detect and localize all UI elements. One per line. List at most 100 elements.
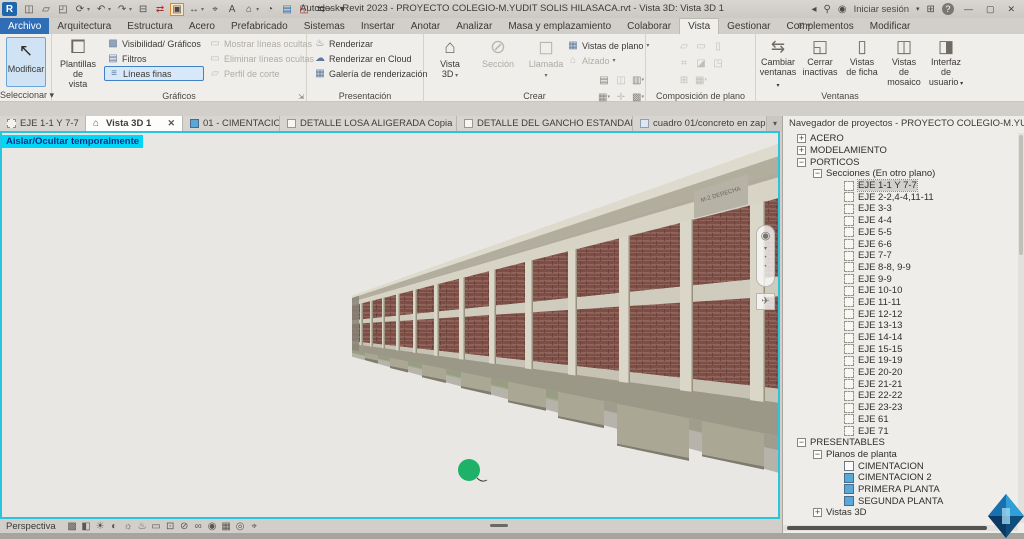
ribbon-small-button[interactable]: ▦Vistas de plano ▾ [564,38,652,53]
tree-row[interactable]: MODELAMIENTO [783,145,1018,157]
tree-expander-icon[interactable] [797,134,806,143]
ribbon-big-button[interactable]: ⌂ Vista3D ▾ [428,37,472,81]
tree-expander-icon[interactable] [797,146,806,155]
tree-row[interactable]: EJE 1-1 Y 7-7 [783,180,1018,192]
ribbon-big-button[interactable]: ◻ Llamada ▾ [524,37,568,81]
qat-icon[interactable]: ▣ [169,1,185,17]
user-icon[interactable]: ◉ [838,4,847,15]
ribbon-big-button[interactable]: ◨ Interfaz deusuario ▾ [926,37,966,91]
tree-row[interactable]: EJE 10-10 [783,285,1018,297]
ribbon-icon-button[interactable]: ▤ [596,72,612,88]
tree-expander-icon[interactable] [813,169,822,178]
view-control-icon[interactable]: ∞ [192,521,205,532]
modify-button[interactable]: ↖ Modificar [6,37,46,87]
view-tab[interactable]: cuadro 01/concreto en zapatas [633,116,767,131]
qat-icon[interactable]: ⇄ [152,1,168,17]
qat-icon[interactable]: A [224,1,240,17]
restore-button[interactable]: ▢ [983,4,998,15]
tree-row[interactable]: EJE 12-12 [783,308,1018,320]
navigation-wheel-button[interactable]: ◉ ▾ • • [756,225,775,287]
drawing-area[interactable]: M-2 DERECHA Aislar/Ocultar temporalmente… [0,131,780,519]
ribbon-icon-button[interactable]: ◫ [613,72,629,88]
panel-label-composicion[interactable]: Composición de plano [646,91,755,101]
signin-button[interactable]: Iniciar sesión [854,4,909,15]
tree-row[interactable]: Secciones (En otro plano) [783,168,1018,180]
tree-expander-icon[interactable] [797,438,806,447]
panel-label-graficos[interactable]: Gráficos⇲ [52,91,306,101]
tree-row[interactable]: PRIMERA PLANTA [783,484,1018,496]
green-marker[interactable] [458,459,480,481]
qat-icon[interactable]: ↔▾ [186,1,206,17]
tree-row[interactable]: EJE 13-13 [783,320,1018,332]
view-control-icon[interactable]: ♨ [136,521,149,532]
panel-label-seleccionar[interactable]: Seleccionar ▾ [0,90,51,101]
qat-icon[interactable]: ◔ [262,1,278,17]
tree-row[interactable]: EJE 5-5 [783,227,1018,239]
ribbon-tab[interactable]: Analizar [448,18,500,34]
qat-icon[interactable]: ◫ [21,1,37,17]
viewport-scrollbar-thumb[interactable] [490,524,508,527]
ribbon-collapse-control[interactable]: ⊡ ▾ [798,21,811,30]
view-templates-button[interactable]: ⧠ Plantillas de vista [56,37,100,89]
ribbon-small-button[interactable]: ☁Renderizar en Cloud [311,51,431,66]
ribbon-tab[interactable]: Anotar [403,18,448,34]
tree-row[interactable]: EJE 19-19 [783,355,1018,367]
store-cart-icon[interactable]: ⊞ [927,4,935,15]
ribbon-small-button[interactable]: ≡Líneas finas [104,66,204,81]
tree-row[interactable]: EJE 20-20 [783,367,1018,379]
ribbon-icon-button[interactable]: ▥ ▾ [630,72,646,88]
close-tab-icon[interactable]: ✕ [167,118,175,129]
view-tab[interactable]: EJE 1-1 Y 7-7 [0,116,86,131]
qat-icon[interactable]: ⊟ [135,1,151,17]
view-control-icon[interactable]: ☀ [94,521,107,532]
tree-row[interactable]: EJE 61 [783,414,1018,426]
ribbon-small-button[interactable]: ▩Visibilidad/ Gráficos [104,36,204,51]
panel-label-presentacion[interactable]: Presentación [307,91,423,101]
view-control-icon[interactable]: ◉ [206,521,219,532]
signin-caret-icon[interactable]: ▾ [916,5,920,13]
view-control-icon[interactable]: ☼ [122,521,135,532]
tree-row[interactable]: PORTICOS [783,156,1018,168]
project-browser-header[interactable]: Navegador de proyectos - PROYECTO COLEGI… [783,116,1024,131]
ribbon-tab[interactable]: Acero [181,18,223,34]
tree-expander-icon[interactable] [813,508,822,517]
view-control-icon[interactable]: ◐ [108,521,121,532]
tree-row[interactable]: EJE 7-7 [783,250,1018,262]
tree-row[interactable]: ACERO [783,133,1018,145]
qat-icon[interactable]: ⌖ [207,1,223,17]
tree-row[interactable]: EJE 4-4 [783,215,1018,227]
tree-row[interactable]: SEGUNDA PLANTA [783,495,1018,507]
scrollbar-thumb[interactable] [787,526,987,530]
browser-horizontal-scrollbar[interactable] [783,525,1018,531]
tree-row[interactable]: EJE 8-8, 9-9 [783,262,1018,274]
view-tab[interactable]: DETALLE LOSA ALIGERADA Copia 1 [280,116,457,131]
scrollbar-thumb[interactable] [1019,135,1023,255]
zoom-tool-button[interactable]: ✈ [756,293,775,310]
collapse-search-icon[interactable]: ◂ [811,4,816,15]
ribbon-small-button[interactable]: ▤Filtros [104,51,204,66]
ribbon-tab[interactable]: Archivo [0,18,49,34]
panel-label-ventanas[interactable]: Ventanas [756,91,924,101]
tree-row[interactable]: EJE 71 [783,425,1018,437]
view-control-icon[interactable]: ⊡ [164,521,177,532]
3d-model-view[interactable]: M-2 DERECHA [2,133,778,517]
view-control-icon[interactable]: ▦ [220,521,233,532]
ribbon-small-button[interactable]: ▦Galería de renderización [311,66,431,81]
ribbon-tab[interactable]: Prefabricado [223,18,296,34]
tree-row[interactable]: Vistas 3D [783,507,1018,519]
tree-row[interactable]: PRESENTABLES [783,437,1018,449]
view-tab[interactable]: Vista 3D 1 ✕ [86,116,183,131]
ribbon-big-button[interactable]: ◫ Vistasde mosaico [884,37,924,91]
tree-row[interactable]: EJE 9-9 [783,273,1018,285]
view-control-icon[interactable]: ▭ [150,521,163,532]
ribbon-big-button[interactable]: ⊘ Sección [476,37,520,81]
qat-icon[interactable]: ↷▾ [114,1,134,17]
ribbon-tab[interactable]: Complementos [779,18,862,34]
ribbon-big-button[interactable]: ⇆ Cambiarventanas ▾ [758,37,798,91]
tree-expander-icon[interactable] [813,450,822,459]
tree-row[interactable]: EJE 21-21 [783,378,1018,390]
ribbon-tab[interactable]: Estructura [119,18,181,34]
minimize-button[interactable]: — [961,4,976,14]
ribbon-big-button[interactable]: ◱ Cerrarinactivas [800,37,840,91]
tab-list-caret-icon[interactable]: ▾ [768,116,782,131]
